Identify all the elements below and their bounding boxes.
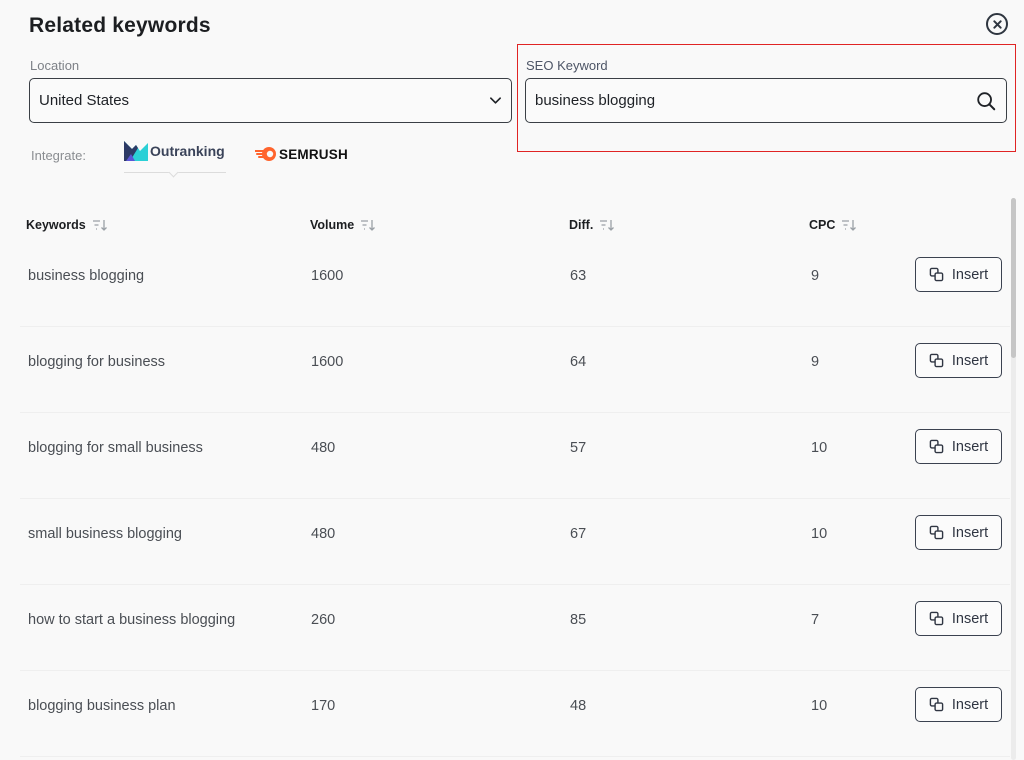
volume-cell: 480 (311, 440, 336, 456)
semrush-logo-icon (255, 147, 276, 161)
sort-icon (842, 220, 857, 231)
outranking-integration[interactable]: Outranking (124, 141, 225, 161)
outranking-name: Outranking (150, 143, 225, 159)
volume-cell: 1600 (311, 268, 344, 284)
selected-brand-caret (168, 167, 179, 178)
location-label: Location (30, 58, 80, 73)
keyword-cell: business blogging (28, 268, 145, 284)
column-header-diff[interactable]: Diff. (569, 218, 615, 232)
volume-cell: 1600 (311, 354, 344, 370)
sort-icon (600, 220, 615, 231)
search-icon[interactable] (975, 90, 997, 112)
sort-icon (361, 220, 376, 231)
copy-icon (929, 611, 944, 626)
modal-title: Related keywords (29, 14, 211, 37)
semrush-name: SEMRUSH (279, 146, 348, 162)
related-keywords-modal: Related keywords Location United States … (0, 0, 1024, 760)
diff-cell: 85 (570, 612, 587, 628)
close-icon (992, 19, 1002, 29)
diff-cell: 63 (570, 268, 587, 284)
keyword-cell: how to start a business blogging (28, 612, 236, 628)
diff-cell: 48 (570, 698, 587, 714)
seo-keyword-input[interactable] (535, 92, 975, 109)
copy-icon (929, 353, 944, 368)
sort-icon (92, 220, 107, 231)
keyword-cell: blogging business plan (28, 698, 176, 714)
volume-cell: 260 (311, 612, 336, 628)
semrush-integration[interactable]: SEMRUSH (255, 146, 348, 162)
table-row: blogging for small business 480 57 10 Insert (0, 413, 1010, 499)
copy-icon (929, 267, 944, 282)
insert-button[interactable]: Insert (915, 601, 1002, 636)
keyword-cell: blogging for small business (28, 440, 203, 456)
table-row: business blogging 1600 63 9 Insert (0, 241, 1010, 327)
cpc-cell: 9 (811, 354, 820, 370)
seo-keyword-label: SEO Keyword (526, 58, 608, 73)
insert-label: Insert (951, 524, 989, 541)
outranking-logo-icon (124, 141, 148, 161)
diff-cell: 57 (570, 440, 587, 456)
chevron-down-icon (490, 97, 501, 104)
integrate-label: Integrate: (31, 148, 86, 163)
column-header-volume[interactable]: Volume (310, 218, 376, 232)
insert-button[interactable]: Insert (915, 687, 1002, 722)
seo-keyword-field[interactable] (525, 78, 1007, 123)
table-row: blogging business plan 170 48 10 Insert (0, 671, 1010, 757)
cpc-cell: 10 (811, 526, 828, 542)
cpc-cell: 10 (811, 440, 828, 456)
insert-button[interactable]: Insert (915, 515, 1002, 550)
insert-button[interactable]: Insert (915, 343, 1002, 378)
copy-icon (929, 525, 944, 540)
cpc-cell: 7 (811, 612, 820, 628)
insert-label: Insert (951, 352, 989, 369)
keyword-cell: blogging for business (28, 354, 166, 370)
copy-icon (929, 697, 944, 712)
close-button[interactable] (986, 13, 1008, 35)
location-value: United States (39, 92, 130, 109)
insert-label: Insert (951, 266, 989, 283)
keyword-cell: small business blogging (28, 526, 182, 542)
copy-icon (929, 439, 944, 454)
table-row: how to start a business blogging 260 85 7 In… (0, 585, 1010, 671)
insert-button[interactable]: Insert (915, 429, 1002, 464)
volume-cell: 170 (311, 698, 336, 714)
table-row: blogging for business 1600 64 9 Insert (0, 327, 1010, 413)
diff-cell: 67 (570, 526, 587, 542)
table-row: small business blogging 480 67 10 Insert (0, 499, 1010, 585)
column-header-cpc[interactable]: CPC (809, 218, 857, 232)
volume-cell: 480 (311, 526, 336, 542)
insert-button[interactable]: Insert (915, 257, 1002, 292)
cpc-cell: 10 (811, 698, 828, 714)
insert-label: Insert (951, 610, 989, 627)
diff-cell: 64 (570, 354, 587, 370)
scrollbar-thumb[interactable] (1011, 198, 1016, 358)
row-divider (20, 756, 1010, 757)
insert-label: Insert (951, 696, 989, 713)
location-select[interactable]: United States (29, 78, 512, 123)
insert-label: Insert (951, 438, 989, 455)
column-header-keywords[interactable]: Keywords (26, 218, 108, 232)
cpc-cell: 9 (811, 268, 820, 284)
